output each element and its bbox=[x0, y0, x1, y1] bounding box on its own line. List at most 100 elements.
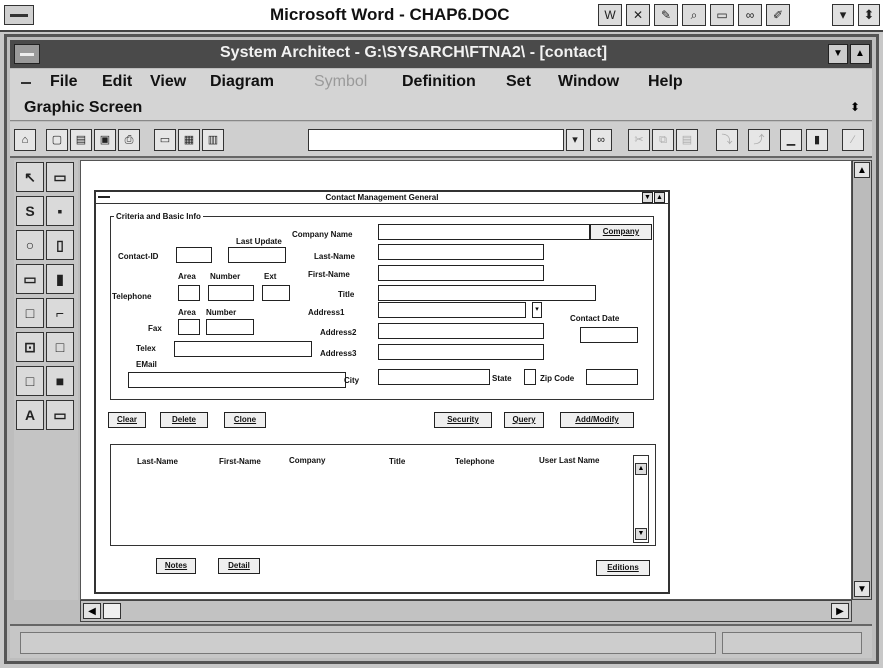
app-minimize-button[interactable]: ▼ bbox=[828, 44, 848, 64]
scroll-up-arrow-icon[interactable]: ▲ bbox=[854, 162, 870, 178]
address1-dropdown-icon[interactable]: ▾ bbox=[532, 302, 542, 318]
bring-front-icon[interactable]: ⤴ bbox=[748, 129, 770, 151]
radio-tool-icon[interactable]: ○ bbox=[16, 230, 44, 260]
list-scroll-up-icon[interactable]: ▲ bbox=[635, 463, 647, 475]
contact-date-field[interactable] bbox=[580, 327, 638, 343]
vscroll-tool-icon[interactable]: ▮ bbox=[46, 264, 74, 294]
text-tool-icon[interactable]: A bbox=[16, 400, 44, 430]
combo-dropdown-arrow-icon[interactable]: ▾ bbox=[566, 129, 584, 151]
menu-definition[interactable]: Definition bbox=[402, 73, 476, 91]
pen-icon[interactable]: ✐ bbox=[766, 4, 790, 26]
print-icon[interactable]: ⎙ bbox=[118, 129, 140, 151]
query-button[interactable]: Query bbox=[504, 412, 544, 428]
delete-button[interactable]: Delete bbox=[160, 412, 208, 428]
filled-box-tool-icon[interactable]: ■ bbox=[46, 366, 74, 396]
detail-button[interactable]: Detail bbox=[218, 558, 260, 574]
s-tool-icon[interactable]: S bbox=[16, 196, 44, 226]
symbol-combo-box[interactable] bbox=[308, 129, 564, 151]
add-modify-button[interactable]: Add/Modify bbox=[560, 412, 634, 428]
notes-button[interactable]: Notes bbox=[156, 558, 196, 574]
scroll-down-arrow-icon[interactable]: ▼ bbox=[854, 581, 870, 597]
shadow-box-tool-icon[interactable]: ⌐ bbox=[46, 298, 74, 328]
zip-code-field[interactable] bbox=[586, 369, 638, 385]
frame-icon[interactable]: ▭ bbox=[710, 4, 734, 26]
draw-icon[interactable]: ✎ bbox=[654, 4, 678, 26]
app-maximize-button[interactable]: ▲ bbox=[850, 44, 870, 64]
binoculars-find-icon[interactable]: ∞ bbox=[590, 129, 612, 151]
pointer-tool-icon[interactable]: ↖ bbox=[16, 162, 44, 192]
outer-system-menu-button[interactable] bbox=[4, 5, 34, 25]
text-box-tool-icon[interactable]: ▭ bbox=[46, 400, 74, 430]
binoculars-icon[interactable]: ∞ bbox=[738, 4, 762, 26]
last-name-field[interactable] bbox=[378, 244, 544, 260]
zoom-icon[interactable]: ⌕ bbox=[682, 4, 706, 26]
scroll-left-arrow-icon[interactable]: ◀ bbox=[83, 603, 101, 619]
menu-symbol[interactable]: Symbol bbox=[314, 73, 367, 91]
square-tool-icon[interactable]: □ bbox=[46, 332, 74, 362]
scroll-thumb[interactable] bbox=[103, 603, 121, 619]
telephone-ext-field[interactable] bbox=[262, 285, 290, 301]
address3-field[interactable] bbox=[378, 344, 544, 360]
menu-file[interactable]: File bbox=[50, 73, 78, 91]
state-field[interactable] bbox=[524, 369, 536, 385]
dialog-minimize-button[interactable]: ▼ bbox=[642, 192, 653, 203]
title-field[interactable] bbox=[378, 285, 596, 301]
menu-view[interactable]: View bbox=[150, 73, 186, 91]
paste-icon[interactable]: ▤ bbox=[676, 129, 698, 151]
table-view-icon[interactable]: ▦ bbox=[178, 129, 200, 151]
telephone-area-field[interactable] bbox=[178, 285, 200, 301]
address2-field[interactable] bbox=[378, 323, 544, 339]
cut-icon[interactable]: ✂ bbox=[628, 129, 650, 151]
menu-set[interactable]: Set bbox=[506, 73, 531, 91]
frame-tool-icon[interactable]: □ bbox=[16, 298, 44, 328]
save-icon[interactable]: ▣ bbox=[94, 129, 116, 151]
document-system-menu-icon[interactable] bbox=[18, 75, 34, 91]
menu-diagram[interactable]: Diagram bbox=[210, 73, 274, 91]
page-view-icon[interactable]: ▥ bbox=[202, 129, 224, 151]
clone-button[interactable]: Clone bbox=[224, 412, 266, 428]
list-scroll-down-icon[interactable]: ▼ bbox=[635, 528, 647, 540]
clear-button[interactable]: Clear bbox=[108, 412, 146, 428]
list-tool-icon[interactable]: ▯ bbox=[46, 230, 74, 260]
list-vertical-scrollbar[interactable]: ▲ ▼ bbox=[633, 455, 649, 543]
telex-field[interactable] bbox=[174, 341, 312, 357]
first-name-field[interactable] bbox=[378, 265, 544, 281]
app-system-menu-button[interactable] bbox=[14, 44, 40, 64]
align-icon[interactable]: ▁ bbox=[780, 129, 802, 151]
graphic-screen-label[interactable]: Graphic Screen bbox=[24, 99, 142, 117]
open-folder-icon[interactable]: ⌂ bbox=[14, 129, 36, 151]
menu-edit[interactable]: Edit bbox=[102, 73, 132, 91]
open-document-icon[interactable]: ▤ bbox=[70, 129, 92, 151]
outer-minimize-button[interactable]: ▾ bbox=[832, 4, 854, 26]
outer-restore-button[interactable]: ⬍ bbox=[858, 4, 880, 26]
push-button-tool-icon[interactable]: ⊡ bbox=[16, 332, 44, 362]
canvas-horizontal-scrollbar[interactable]: ◀ ▶ bbox=[80, 600, 852, 622]
telephone-number-field[interactable] bbox=[208, 285, 254, 301]
last-update-field[interactable] bbox=[228, 247, 286, 263]
pen-tool-icon[interactable]: ∕ bbox=[842, 129, 864, 151]
editions-button[interactable]: Editions bbox=[596, 560, 650, 576]
rectangle-tool-icon[interactable]: ▭ bbox=[46, 162, 74, 192]
company-name-field[interactable] bbox=[378, 224, 590, 240]
scroll-updown-icon[interactable]: ⬍ bbox=[850, 100, 860, 114]
edit-tool-icon[interactable]: ▭ bbox=[16, 264, 44, 294]
contact-id-field[interactable] bbox=[176, 247, 212, 263]
w-icon[interactable]: W bbox=[598, 4, 622, 26]
small-box-tool-icon[interactable]: ▪ bbox=[46, 196, 74, 226]
copy-icon[interactable]: ⧉ bbox=[652, 129, 674, 151]
city-field[interactable] bbox=[378, 369, 490, 385]
scroll-right-arrow-icon[interactable]: ▶ bbox=[831, 603, 849, 619]
dialog-maximize-button[interactable]: ▲ bbox=[654, 192, 665, 203]
canvas-vertical-scrollbar[interactable]: ▲ ▼ bbox=[852, 160, 872, 600]
fax-number-field[interactable] bbox=[206, 319, 254, 335]
company-button[interactable]: Company bbox=[590, 224, 652, 240]
email-field[interactable] bbox=[128, 372, 346, 388]
send-back-icon[interactable]: ⤵ bbox=[716, 129, 738, 151]
results-list-box[interactable]: Last-Name First-Name Company Title Telep… bbox=[110, 444, 656, 546]
chart-icon[interactable]: ✕ bbox=[626, 4, 650, 26]
security-button[interactable]: Security bbox=[434, 412, 492, 428]
small-square-tool-icon[interactable]: □ bbox=[16, 366, 44, 396]
frame-view-icon[interactable]: ▭ bbox=[154, 129, 176, 151]
menu-window[interactable]: Window bbox=[558, 73, 619, 91]
menu-help[interactable]: Help bbox=[648, 73, 683, 91]
